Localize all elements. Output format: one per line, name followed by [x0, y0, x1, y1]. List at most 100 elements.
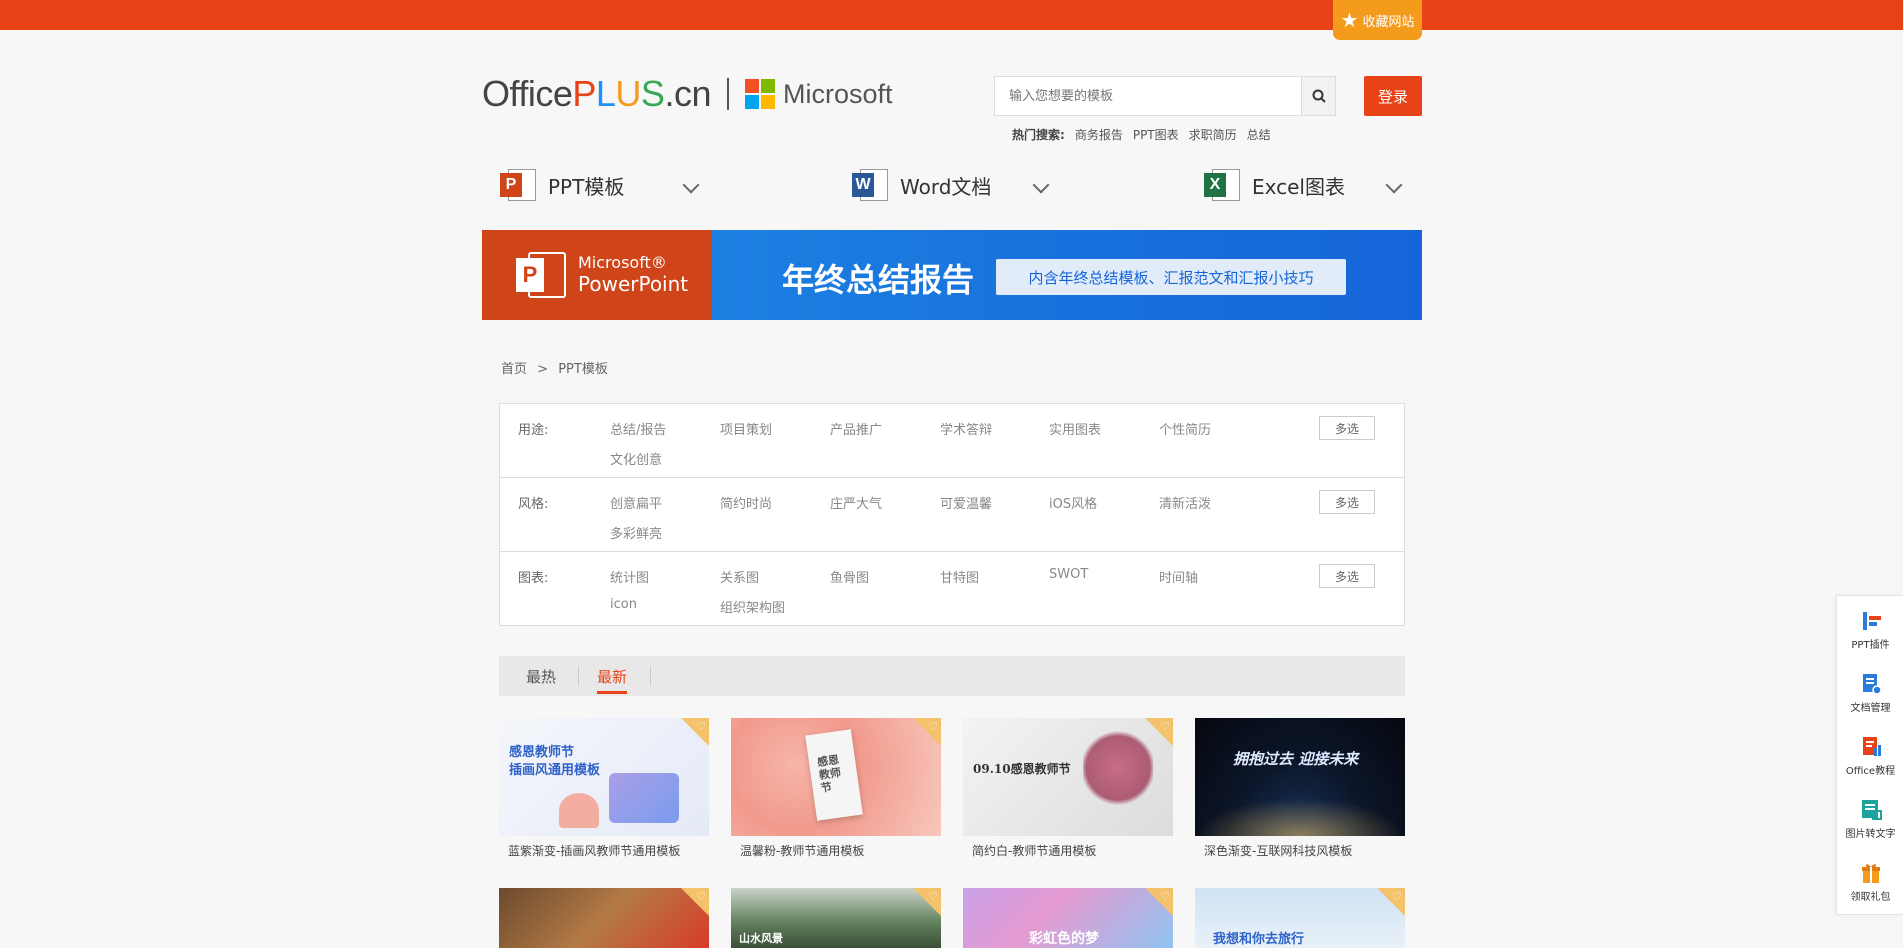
filter-option[interactable]: 创意扁平 — [610, 493, 662, 512]
microsoft-wordmark: Microsoft — [782, 78, 893, 109]
powerpoint-icon: P — [500, 167, 536, 203]
filter-option[interactable]: 个性简历 — [1159, 419, 1211, 438]
filter-option[interactable]: 甘特图 — [940, 567, 979, 586]
filter-option[interactable]: SWOT — [1049, 567, 1088, 582]
banner-title: 年终总结报告 — [782, 261, 975, 299]
template-card[interactable]: ♡ — [499, 888, 709, 948]
filter-option[interactable]: 清新活泼 — [1159, 493, 1211, 512]
floating-toolbar: PPT插件 文档管理 Office教程 图片转文字 领取礼包 — [1836, 595, 1903, 915]
search-input[interactable] — [995, 77, 1301, 115]
template-thumbnail[interactable]: ♡ — [499, 888, 709, 948]
template-title[interactable]: 深色渐变-互联网科技风模板 — [1195, 842, 1405, 859]
template-card[interactable]: 09.10感恩教师节 ♡ 简约白-教师节通用模板 — [963, 718, 1173, 859]
filter-option[interactable]: 多彩鲜亮 — [610, 523, 662, 542]
filter-option[interactable]: 统计图 — [610, 567, 649, 586]
filter-option[interactable]: icon — [610, 597, 637, 612]
filter-option[interactable]: 产品推广 — [830, 419, 882, 438]
filter-option[interactable]: 总结/报告 — [610, 419, 666, 438]
template-thumbnail[interactable]: 彩虹色的梦 ♡ — [963, 888, 1173, 948]
multi-select-button[interactable]: 多选 — [1319, 490, 1375, 514]
search-button[interactable] — [1301, 77, 1335, 115]
sidebar-item-ppt-plugin[interactable]: PPT插件 — [1837, 600, 1903, 660]
favorite-label: 收藏网站 — [1362, 14, 1415, 30]
template-card[interactable]: 拥抱过去 迎接未来 深色渐变-互联网科技风模板 — [1195, 718, 1405, 859]
hot-search-link[interactable]: 商务报告 — [1075, 126, 1123, 143]
filter-label: 风格: — [518, 497, 549, 512]
template-thumbnail[interactable]: 拥抱过去 迎接未来 — [1195, 718, 1405, 836]
breadcrumb-home[interactable]: 首页 — [501, 362, 527, 377]
tab-newest[interactable]: 最新 — [597, 656, 628, 696]
sidebar-item-document-manage[interactable]: 文档管理 — [1837, 663, 1903, 723]
filter-option[interactable]: 项目策划 — [720, 419, 772, 438]
thumbnail-text: 彩虹色的梦 — [1029, 931, 1099, 947]
template-title[interactable]: 温馨粉-教师节通用模板 — [731, 842, 941, 859]
template-card[interactable]: 我想和你去旅行 ♡ — [1195, 888, 1405, 948]
heart-icon[interactable]: ♡ — [928, 890, 938, 903]
sidebar-item-office-tutorial[interactable]: Office教程 — [1837, 726, 1903, 786]
star-icon: ★ — [1340, 8, 1359, 32]
template-card[interactable]: 感恩教师节 插画风通用模板 ♡ 蓝紫渐变-插画风教师节通用模板 — [499, 718, 709, 859]
filter-option[interactable]: 文化创意 — [610, 449, 662, 468]
hot-search-link[interactable]: 总结 — [1247, 126, 1271, 143]
hot-search: 热门搜索: 商务报告 PPT图表 求职简历 总结 — [1012, 126, 1271, 143]
multi-select-button[interactable]: 多选 — [1319, 416, 1375, 440]
template-thumbnail[interactable]: 我想和你去旅行 ♡ — [1195, 888, 1405, 948]
favorite-site-button[interactable]: ★ 收藏网站 — [1333, 0, 1422, 40]
filter-option[interactable]: 可爱温馨 — [940, 493, 992, 512]
template-thumbnail[interactable]: 山水风景 ♡ — [731, 888, 941, 948]
filter-option[interactable]: 实用图表 — [1049, 419, 1101, 438]
multi-select-button[interactable]: 多选 — [1319, 564, 1375, 588]
thumbnail-text: 感恩教师节 — [816, 753, 842, 796]
hot-search-link[interactable]: 求职简历 — [1189, 126, 1237, 143]
nav-excel-charts[interactable]: X Excel图表 — [1204, 165, 1345, 205]
heart-icon[interactable]: ♡ — [1160, 720, 1170, 733]
template-thumbnail[interactable]: 09.10感恩教师节 ♡ — [963, 718, 1173, 836]
template-title[interactable]: 蓝紫渐变-插画风教师节通用模板 — [499, 842, 709, 859]
template-title[interactable]: 简约白-教师节通用模板 — [963, 842, 1173, 859]
nav-label: Word文档 — [900, 174, 992, 199]
banner-subtitle: 内含年终总结模板、汇报范文和汇报小技巧 — [996, 259, 1346, 295]
filter-row-chart: 图表: 统计图 关系图 鱼骨图 甘特图 SWOT 时间轴 icon 组织架构图 … — [500, 552, 1404, 625]
template-card[interactable]: 彩虹色的梦 ♡ — [963, 888, 1173, 948]
filter-option[interactable]: 庄严大气 — [830, 493, 882, 512]
heart-icon[interactable]: ♡ — [1392, 890, 1402, 903]
filter-option[interactable]: 组织架构图 — [720, 597, 785, 616]
nav-ppt-templates[interactable]: P PPT模板 — [500, 165, 624, 205]
filter-option[interactable]: 鱼骨图 — [830, 567, 869, 586]
tab-hottest[interactable]: 最热 — [526, 656, 556, 696]
heart-icon[interactable]: ♡ — [1160, 890, 1170, 903]
filter-row-usage: 用途: 总结/报告 项目策划 产品推广 学术答辩 实用图表 个性简历 文化创意 … — [500, 404, 1404, 478]
excel-icon: X — [1204, 167, 1240, 203]
document-manage-icon — [1859, 673, 1883, 695]
template-thumbnail[interactable]: 感恩教师节 ♡ — [731, 718, 941, 836]
chevron-down-icon[interactable] — [682, 176, 700, 194]
hot-search-link[interactable]: PPT图表 — [1133, 126, 1179, 143]
site-logo[interactable]: OfficePLUS.cn Microsoft — [482, 73, 893, 114]
template-card[interactable]: 山水风景 ♡ — [731, 888, 941, 948]
heart-icon[interactable]: ♡ — [696, 890, 706, 903]
chevron-down-icon[interactable] — [1032, 176, 1050, 194]
sidebar-item-gift[interactable]: 领取礼包 — [1837, 852, 1903, 912]
filter-option[interactable]: iOS风格 — [1049, 493, 1097, 512]
thumbnail-text: 我想和你去旅行 — [1213, 932, 1305, 947]
banner-product-line1: Microsoft® — [578, 253, 667, 273]
filter-option[interactable]: 关系图 — [720, 567, 759, 586]
promo-banner[interactable]: P Microsoft® PowerPoint 年终总结报告 内含年终总结模板、… — [482, 230, 1422, 320]
filter-option[interactable]: 学术答辩 — [940, 419, 992, 438]
powerpoint-icon: P — [516, 250, 566, 300]
thumbnail-text: 山水风景 — [739, 932, 783, 945]
thumbnail-text: 感恩教师节 插画风通用模板 — [509, 745, 601, 779]
filter-option[interactable]: 简约时尚 — [720, 493, 772, 512]
heart-icon[interactable]: ♡ — [928, 720, 938, 733]
filter-option[interactable]: 时间轴 — [1159, 567, 1198, 586]
logo-divider — [726, 78, 729, 110]
template-card[interactable]: 感恩教师节 ♡ 温馨粉-教师节通用模板 — [731, 718, 941, 859]
login-button[interactable]: 登录 — [1364, 76, 1422, 116]
thumbnail-text: 09.10感恩教师节 — [973, 762, 1071, 776]
sidebar-item-image-to-text[interactable]: 图片转文字 — [1837, 789, 1903, 849]
heart-icon[interactable]: ♡ — [696, 720, 706, 733]
gift-icon — [1859, 862, 1883, 884]
chevron-down-icon[interactable] — [1385, 176, 1403, 194]
nav-word-docs[interactable]: W Word文档 — [852, 165, 991, 205]
template-thumbnail[interactable]: 感恩教师节 插画风通用模板 ♡ — [499, 718, 709, 836]
